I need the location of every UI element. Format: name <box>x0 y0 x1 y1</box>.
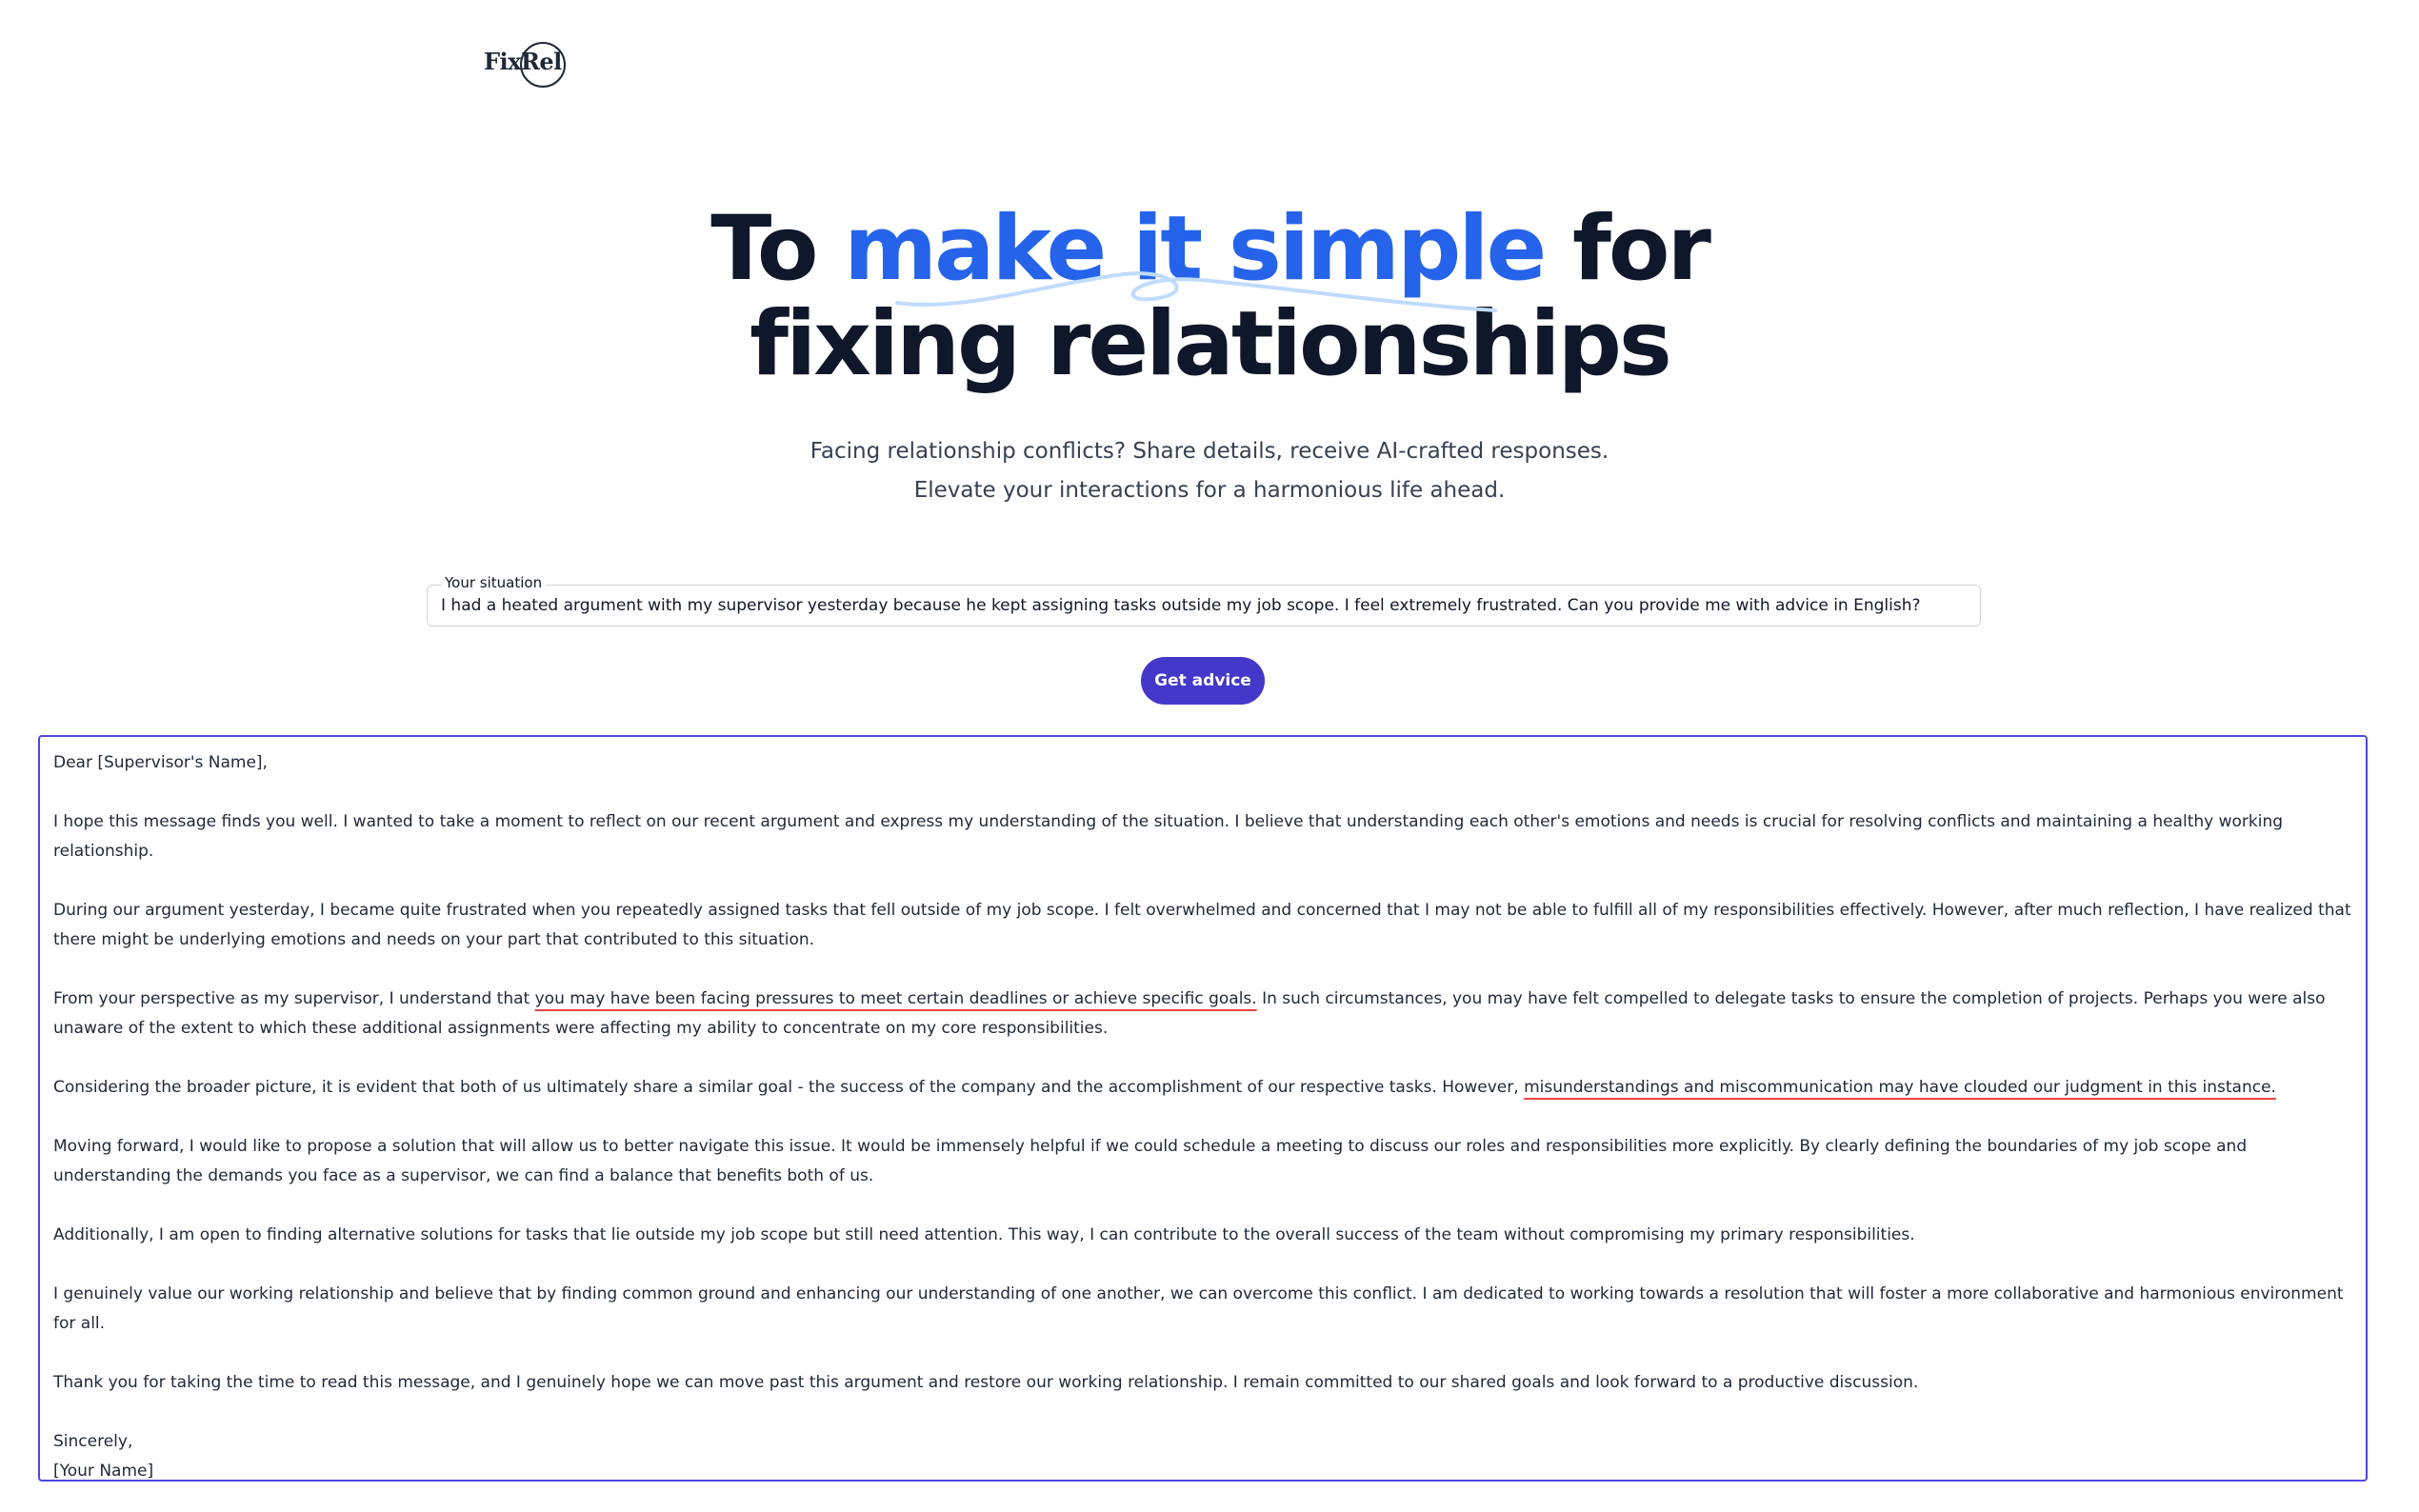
get-advice-button[interactable]: Get advice <box>1141 657 1265 705</box>
letter-paragraph: Thank you for taking the time to read th… <box>53 1373 1919 1392</box>
letter-paragraph: I genuinely value our working relationsh… <box>53 1284 2344 1333</box>
letter-paragraph: Moving forward, I would like to propose … <box>53 1137 2248 1185</box>
advice-output[interactable]: Dear [Supervisor's Name], I hope this me… <box>38 735 2368 1482</box>
letter-paragraph: I hope this message finds you well. I wa… <box>53 812 2284 861</box>
p4-highlight: misunderstandings and miscommunication m… <box>1524 1078 2276 1097</box>
hero-line-1-post: for <box>1544 197 1711 301</box>
hero-line-2: fixing relationships <box>750 292 1672 396</box>
letter-greeting: Dear [Supervisor's Name], <box>53 753 268 772</box>
situation-field: Your situation <box>427 574 1981 627</box>
p3-text-pre: From your perspective as my supervisor, … <box>53 989 535 1008</box>
p4-text-pre: Considering the broader picture, it is e… <box>53 1078 1525 1097</box>
letter-signature: [Your Name] <box>53 1462 154 1481</box>
hero-heading: To make it simple for fixing relationshi… <box>0 202 2419 392</box>
subtitle-line-2: Elevate your interactions for a harmonio… <box>913 478 1506 503</box>
p3-highlight: you may have been facing pressures to me… <box>534 989 1257 1008</box>
hero-line-1: To make it simple for <box>0 202 2419 297</box>
hero-accent-text: make it simple <box>844 197 1547 301</box>
fixrel-logo[interactable]: FixRel <box>482 42 577 88</box>
letter-paragraph: From your perspective as my supervisor, … <box>53 985 2352 1044</box>
hero-line-1-pre: To <box>710 197 845 301</box>
letter-closing: Sincerely, <box>53 1432 133 1451</box>
logo-circle-icon <box>520 42 566 88</box>
hero-subtitle: Facing relationship conflicts? Share det… <box>0 432 2419 510</box>
letter-paragraph: Additionally, I am open to finding alter… <box>53 1225 1915 1244</box>
subtitle-line-1: Facing relationship conflicts? Share det… <box>810 439 1609 464</box>
letter-paragraph: Considering the broader picture, it is e… <box>53 1073 2352 1103</box>
letter-paragraph: During our argument yesterday, I became … <box>53 901 2351 949</box>
situation-input[interactable] <box>441 586 1967 626</box>
